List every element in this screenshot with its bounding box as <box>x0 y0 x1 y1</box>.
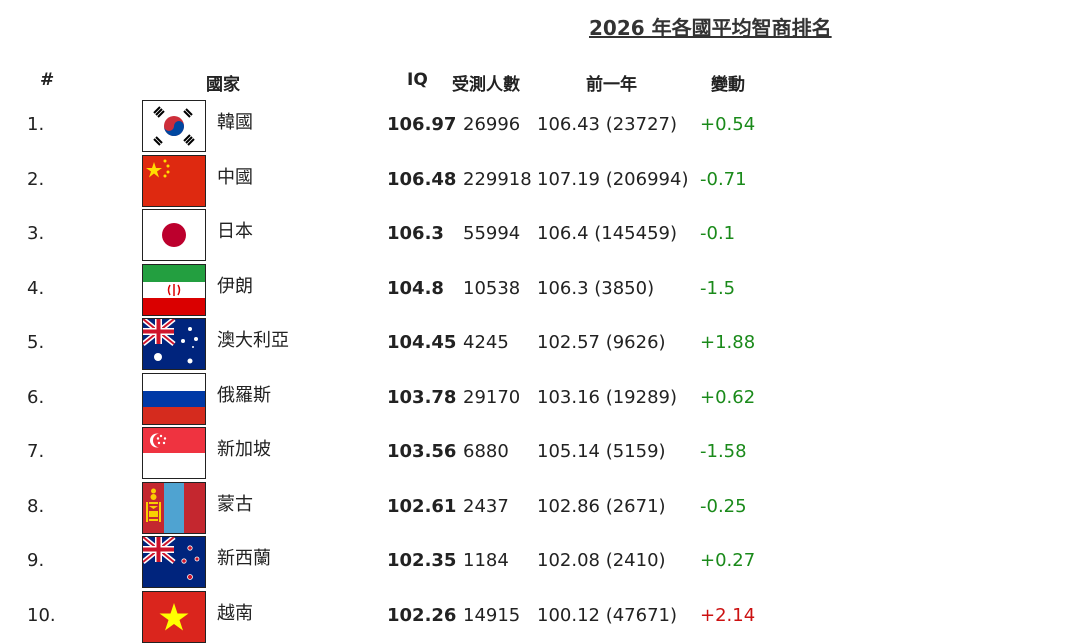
change-cell: +0.27 <box>700 550 756 571</box>
iq-cell: 102.61 <box>387 495 457 517</box>
table-row: 2. 中國 106.48 229918 107.19 (206994) -0.7… <box>0 153 1085 207</box>
change-cell: -1.58 <box>700 441 747 462</box>
mongolia-flag-icon <box>142 481 206 534</box>
iq-cell: 106.48 <box>387 168 457 190</box>
header-previous: 前一年 <box>586 75 637 95</box>
tested-count-cell: 55994 <box>463 223 521 244</box>
australia-flag-icon <box>142 318 206 370</box>
previous-year-cell: 105.14 (5159) <box>537 441 666 462</box>
previous-year-cell: 102.57 (9626) <box>537 332 666 353</box>
tested-count-cell: 29170 <box>463 386 521 408</box>
previous-year-cell: 102.08 (2410) <box>537 550 666 571</box>
country-name: 中國 <box>217 166 253 188</box>
rank-cell: 7. <box>27 441 45 462</box>
south-korea-flag-icon <box>142 100 206 152</box>
country-name: 越南 <box>217 602 253 624</box>
rank-cell: 9. <box>27 550 45 571</box>
change-cell: +0.54 <box>700 114 756 135</box>
header-iq: IQ <box>407 70 428 90</box>
header-change: 變動 <box>711 75 745 95</box>
country-name: 伊朗 <box>217 275 253 297</box>
iq-cell: 102.35 <box>387 550 457 571</box>
country-name: 日本 <box>217 221 253 242</box>
table-row: 6. 俄羅斯 103.78 29170 103.16 (19289) +0.62 <box>0 371 1085 425</box>
rank-cell: 8. <box>27 495 45 517</box>
table-row: 9. 新西蘭 102.35 1184 102.08 (2410) +0.27 <box>0 534 1085 588</box>
previous-year-cell: 107.19 (206994) <box>537 168 689 190</box>
rank-cell: 6. <box>27 386 45 408</box>
russia-flag-icon <box>142 372 206 425</box>
tested-count-cell: 14915 <box>463 604 521 626</box>
previous-year-cell: 106.4 (145459) <box>537 223 678 244</box>
rank-cell: 1. <box>27 114 45 135</box>
country-name: 澳大利亞 <box>217 330 289 351</box>
previous-year-cell: 100.12 (47671) <box>537 604 678 626</box>
change-cell: +2.14 <box>700 604 756 626</box>
china-flag-icon <box>142 154 206 207</box>
table-row: 8. 蒙古 102.61 2437 102.86 (2671) -0.25 <box>0 480 1085 534</box>
tested-count-cell: 26996 <box>463 114 521 135</box>
rank-cell: 5. <box>27 332 45 353</box>
country-name: 新加坡 <box>217 439 271 460</box>
change-cell: -0.1 <box>700 223 736 244</box>
tested-count-cell: 10538 <box>463 277 521 299</box>
iran-flag-icon <box>142 263 206 316</box>
country-name: 韓國 <box>217 112 253 133</box>
rank-cell: 2. <box>27 168 45 190</box>
table-row: 4. 伊朗 104.8 10538 106.3 (3850) -1.5 <box>0 262 1085 316</box>
change-cell: -0.71 <box>700 168 747 190</box>
header-tested: 受測人數 <box>452 75 520 95</box>
country-name: 俄羅斯 <box>217 384 271 406</box>
iq-cell: 106.97 <box>387 114 457 135</box>
previous-year-cell: 106.43 (23727) <box>537 114 678 135</box>
vietnam-flag-icon <box>142 590 206 643</box>
singapore-flag-icon <box>142 427 206 479</box>
change-cell: -1.5 <box>700 277 736 299</box>
tested-count-cell: 1184 <box>463 550 509 571</box>
tested-count-cell: 4245 <box>463 332 509 353</box>
rank-cell: 3. <box>27 223 45 244</box>
iq-cell: 104.45 <box>387 332 457 353</box>
table-row: 7. 新加坡 103.56 6880 105.14 (5159) -1.58 <box>0 425 1085 479</box>
table-row: 10. 越南 102.26 14915 100.12 (47671) +2.14 <box>0 589 1085 643</box>
country-name: 蒙古 <box>217 493 253 515</box>
tested-count-cell: 2437 <box>463 495 509 517</box>
tested-count-cell: 6880 <box>463 441 509 462</box>
iq-cell: 106.3 <box>387 223 444 244</box>
iq-cell: 104.8 <box>387 277 444 299</box>
rank-cell: 4. <box>27 277 45 299</box>
change-cell: -0.25 <box>700 495 747 517</box>
country-name: 新西蘭 <box>217 548 271 569</box>
iq-cell: 103.78 <box>387 386 457 408</box>
change-cell: +0.62 <box>700 386 756 408</box>
change-cell: +1.88 <box>700 332 756 353</box>
table-row: 1. 韓國 106.97 26996 106.43 (23727) +0.54 <box>0 98 1085 152</box>
new-zealand-flag-icon <box>142 536 206 588</box>
header-rank: # <box>40 70 55 90</box>
iq-cell: 102.26 <box>387 604 457 626</box>
previous-year-cell: 106.3 (3850) <box>537 277 655 299</box>
iq-cell: 103.56 <box>387 441 457 462</box>
japan-flag-icon <box>142 209 206 261</box>
rank-cell: 10. <box>27 604 56 626</box>
table-row: 5. 澳大利亞 104.45 4245 102.57 (9626) +1.88 <box>0 316 1085 370</box>
page-title: 2026 年各國平均智商排名 <box>589 16 832 40</box>
previous-year-cell: 103.16 (19289) <box>537 386 678 408</box>
header-country: 國家 <box>206 75 240 95</box>
previous-year-cell: 102.86 (2671) <box>537 495 666 517</box>
tested-count-cell: 229918 <box>463 168 532 190</box>
table-row: 3. 日本 106.3 55994 106.4 (145459) -0.1 <box>0 207 1085 261</box>
